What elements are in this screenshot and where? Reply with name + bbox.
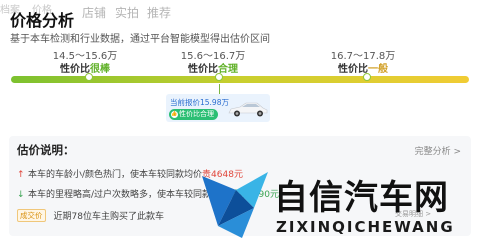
- thumbs-up-icon: 👍: [171, 110, 178, 118]
- section-title: 价格分析: [10, 11, 75, 30]
- value-rating-level: 很棒: [90, 64, 110, 75]
- watermark-title: 自信汽车网: [274, 178, 449, 218]
- value-rating-prefix: 性价比: [188, 64, 218, 75]
- scale-marker-low: [85, 73, 93, 81]
- value-badge-label: 性价比合理: [179, 110, 214, 118]
- deal-tag: 成交价: [17, 209, 46, 222]
- current-quote-text: 当前报价15.98万: [170, 98, 229, 107]
- analysis-title: 估价说明：: [17, 143, 75, 157]
- tab-recommend[interactable]: 推荐: [147, 4, 171, 21]
- value-badge: 👍性价比合理: [169, 109, 218, 120]
- arrow-down-icon: ↓: [17, 190, 25, 200]
- arrow-up-icon: ↑: [17, 170, 25, 180]
- tab-store[interactable]: 店铺: [82, 4, 106, 21]
- watermark: 自信汽车网 ZIXINQICHEWANG: [196, 166, 480, 242]
- reason-text: 本车的车龄小/颜色热门，使本车较同款均价: [28, 170, 203, 180]
- watermark-subtitle: ZIXINQICHEWANG: [276, 218, 455, 236]
- value-rating-mid: 性价比合理: [168, 60, 258, 75]
- scale-marker-current: [215, 73, 223, 81]
- deal-row[interactable]: 成交价 近期78位车主购买了此款车: [17, 209, 164, 222]
- current-quote-bubble: 当前报价15.98万 👍性价比合理: [166, 94, 270, 122]
- tab-photos[interactable]: 实拍: [115, 4, 139, 21]
- car-image: [228, 102, 268, 117]
- value-rating-high: 性价比一般: [318, 60, 408, 75]
- value-rating-low: 性价比很棒: [40, 60, 130, 75]
- price-scale-bar: [11, 76, 469, 83]
- scale-marker-high: [363, 73, 371, 81]
- value-rating-level: 一般: [368, 64, 388, 75]
- watermark-logo: [202, 172, 268, 238]
- deal-text: 近期78位车主购买了此款车: [53, 212, 164, 222]
- section-description: 基于本车检测和行业数据，通过平台智能模型得出估价区间: [10, 34, 270, 45]
- full-analysis-link[interactable]: 完整分析 >: [415, 144, 461, 157]
- current-price-pointer: [219, 84, 220, 94]
